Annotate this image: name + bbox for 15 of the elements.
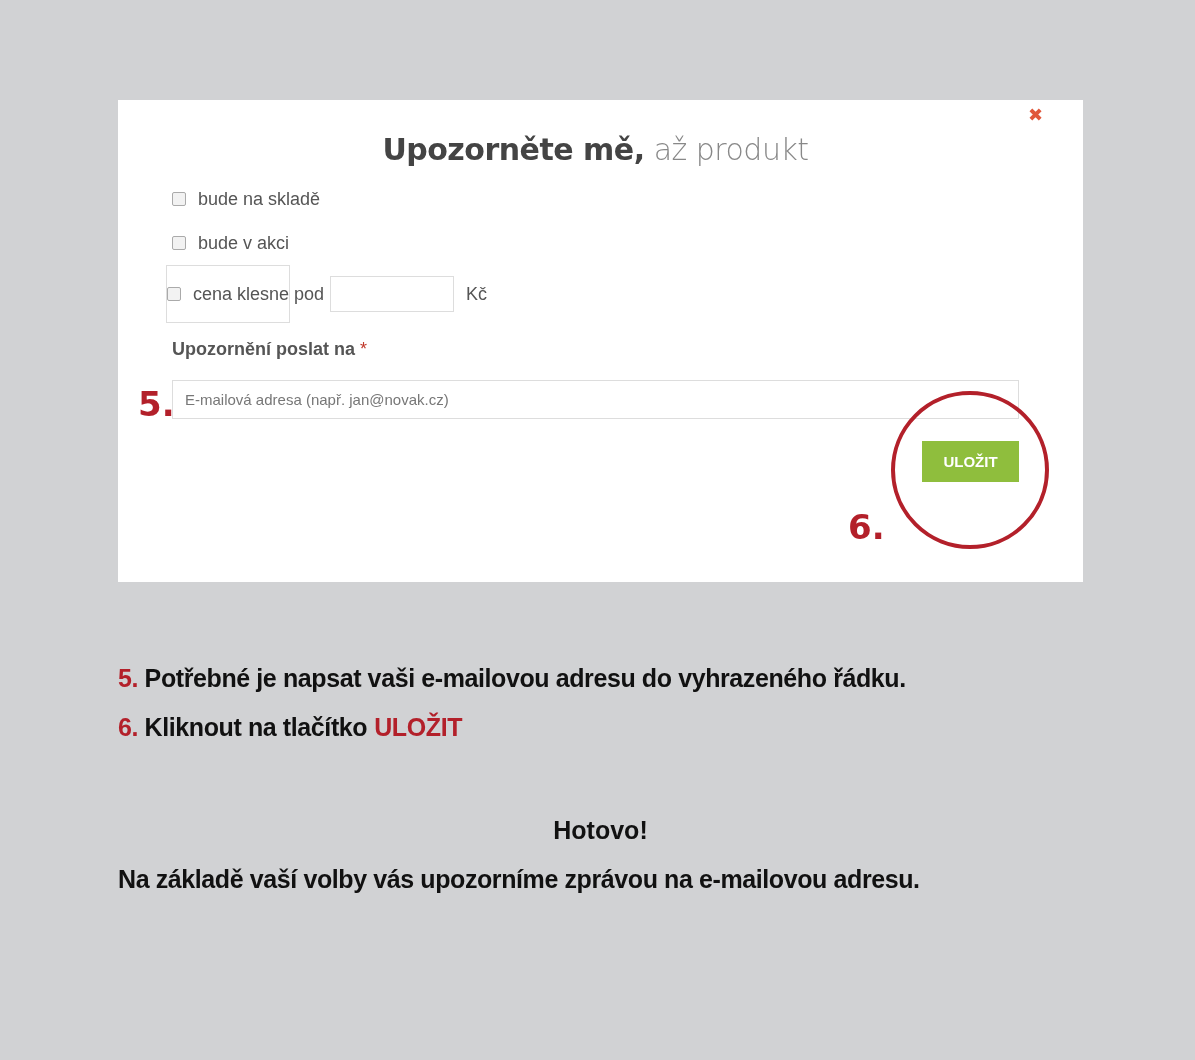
step-text: 5. Potřebné je napsat vaši e-mailovou adresu do vyhrazeného řádku. [118, 664, 907, 693]
currency-label: Kč [466, 283, 488, 305]
done-text: Na základě vaší volby vás upozorníme zprávou na e-mailovou adresu. [118, 865, 921, 894]
option-label: bude v akci [198, 232, 290, 254]
save-button[interactable]: ULOŽIT [922, 441, 1019, 482]
close-icon[interactable]: ✖ [1028, 104, 1043, 126]
option-label: cena klesne pod [193, 283, 325, 305]
email-label: Upozornění poslat na * [172, 339, 369, 360]
done-title: Hotovo! [552, 816, 649, 845]
dialog-title: Upozorněte mě, až produkt [381, 132, 810, 167]
step-marker: 5. [138, 384, 175, 424]
step-text: 6. Kliknout na tlačítko ULOŽIT [118, 713, 464, 742]
step-marker: 6. [848, 507, 885, 547]
option-label: bude na skladě [198, 188, 321, 210]
email-field[interactable]: E-mailová adresa (např. jan@novak.cz) [172, 380, 1019, 419]
